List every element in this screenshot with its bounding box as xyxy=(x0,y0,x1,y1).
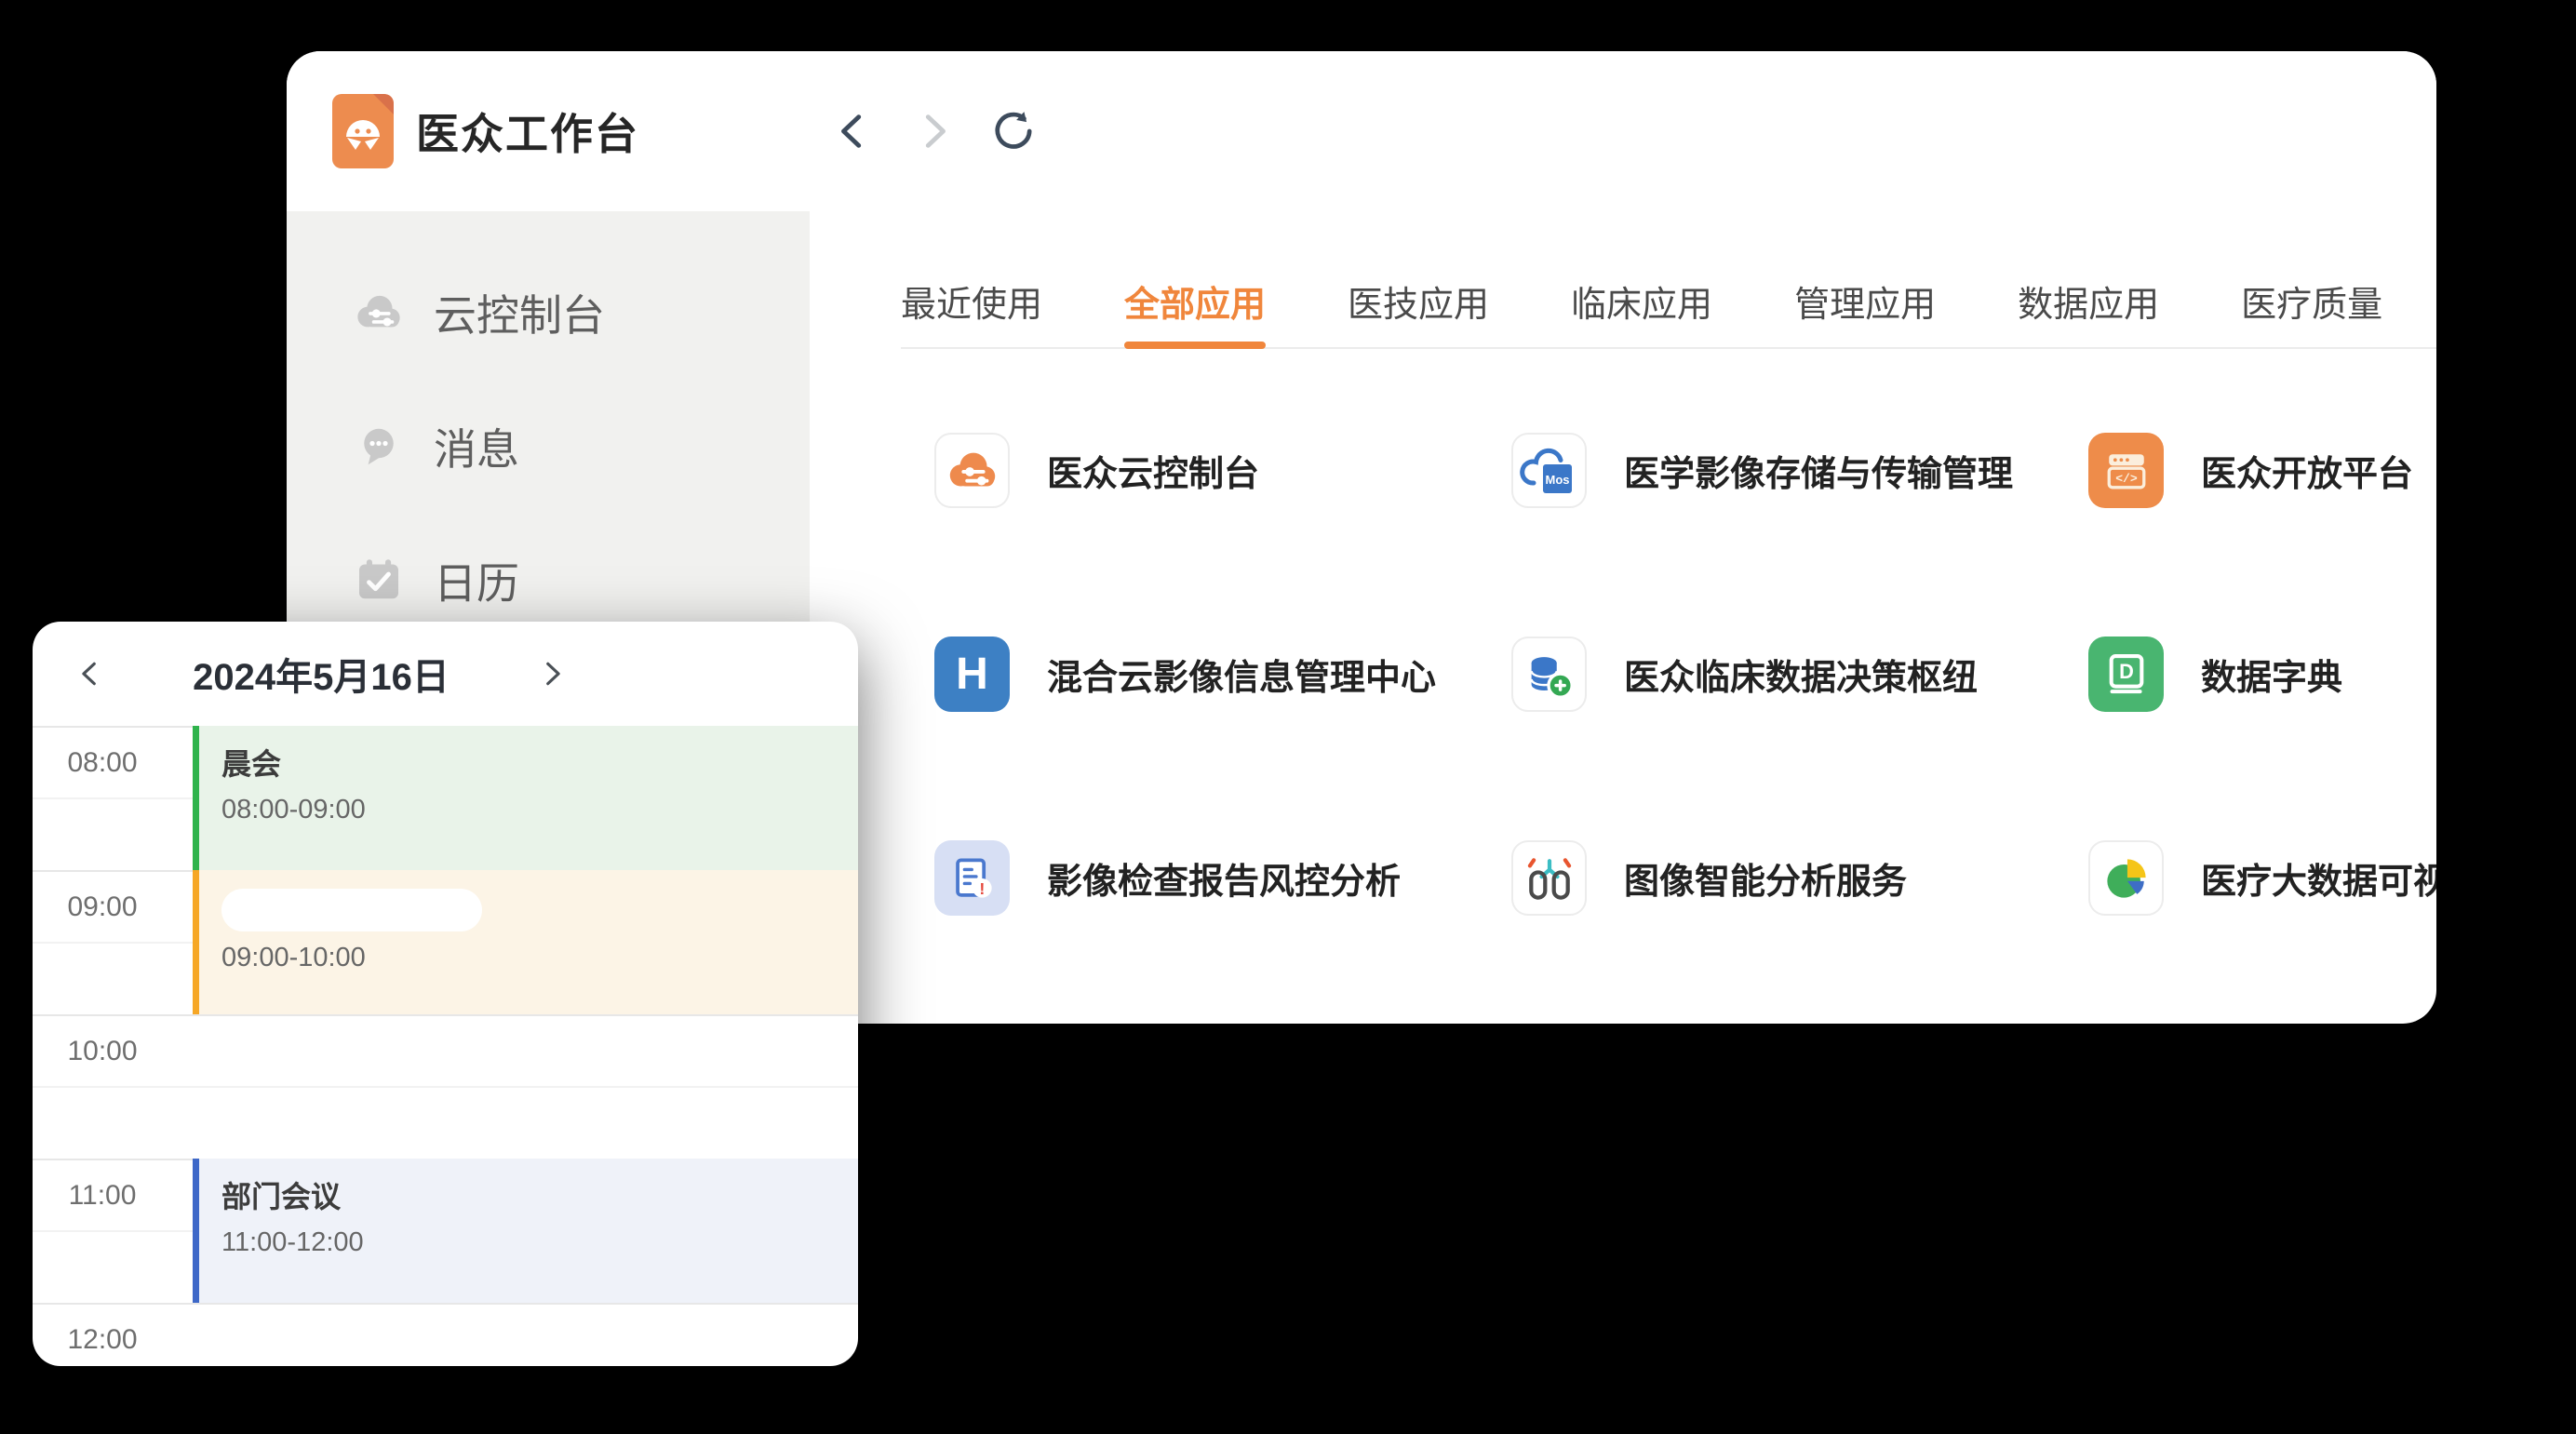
calendar-panel: 2024年5月16日 08:00 09:00 10:00 11:00 12:00… xyxy=(33,622,858,1366)
app-label: 医学影像存储与传输管理 xyxy=(1624,445,2013,496)
calendar-event-redacted[interactable]: 09:00-10:00 xyxy=(193,870,858,1014)
event-time: 08:00-09:00 xyxy=(221,795,858,825)
code-window-icon: </> xyxy=(2088,433,2164,508)
calendar-date-label: 2024年5月16日 xyxy=(111,647,531,701)
mos-cloud-icon: Mos xyxy=(1511,433,1587,508)
event-time: 11:00-12:00 xyxy=(221,1227,858,1258)
svg-text:D: D xyxy=(2119,660,2134,683)
svg-text:Mos: Mos xyxy=(1545,473,1569,487)
redacted-event-title xyxy=(221,889,482,931)
calendar-header: 2024年5月16日 xyxy=(33,622,858,726)
calendar-event-morning-meeting[interactable]: 晨会 08:00-09:00 xyxy=(193,726,858,870)
app-image-storage[interactable]: Mos 医学影像存储与传输管理 xyxy=(1511,433,2088,508)
window-title: 医众工作台 xyxy=(416,101,639,162)
tab-recent[interactable]: 最近使用 xyxy=(901,275,1042,328)
sidebar-item-label: 消息 xyxy=(434,416,519,477)
time-label: 08:00 xyxy=(33,746,172,780)
app-label: 数据字典 xyxy=(2201,649,2342,700)
event-title: 晨会 xyxy=(221,741,858,784)
app-label: 混合云影像信息管理中心 xyxy=(1047,649,1436,700)
sidebar-item-messages[interactable]: 消息 xyxy=(287,380,810,514)
report-risk-icon: ! xyxy=(934,840,1010,916)
event-time: 09:00-10:00 xyxy=(221,943,858,973)
app-label: 医众临床数据决策枢纽 xyxy=(1624,649,1978,700)
app-label: 图像智能分析服务 xyxy=(1624,852,1907,904)
refresh-icon xyxy=(990,108,1037,154)
time-label: 11:00 xyxy=(33,1179,172,1213)
svg-text:!: ! xyxy=(979,878,985,897)
app-report-risk-analysis[interactable]: ! 影像检查报告风控分析 xyxy=(934,840,1511,916)
database-plus-icon xyxy=(1511,637,1587,712)
sidebar-item-label: 日历 xyxy=(434,550,519,611)
tab-admin-apps[interactable]: 管理应用 xyxy=(1794,275,1936,328)
app-hybrid-cloud-center[interactable]: H 混合云影像信息管理中心 xyxy=(934,637,1511,712)
back-button[interactable] xyxy=(830,108,877,154)
cloud-console-icon xyxy=(352,286,406,340)
h-square-icon: H xyxy=(934,637,1010,712)
window-header: 医众工作台 xyxy=(287,51,2436,211)
calendar-prev-day-button[interactable] xyxy=(70,653,111,694)
app-cloud-console[interactable]: 医众云控制台 xyxy=(934,433,1511,508)
app-image-ai-service[interactable]: 图像智能分析服务 xyxy=(1511,840,2088,916)
dictionary-book-icon: D xyxy=(2088,637,2164,712)
forward-button[interactable] xyxy=(910,108,957,154)
app-big-data-visualization[interactable]: 医疗大数据可视化 xyxy=(2088,840,2436,916)
calendar-day-grid: 08:00 09:00 10:00 11:00 12:00 晨会 08:00-0… xyxy=(33,726,858,1366)
chevron-left-icon xyxy=(832,110,875,153)
nav-controls xyxy=(830,51,1037,211)
app-data-dictionary[interactable]: D 数据字典 xyxy=(2088,637,2436,712)
tab-medtech-apps[interactable]: 医技应用 xyxy=(1348,275,1489,328)
event-title: 部门会议 xyxy=(221,1173,858,1216)
time-label: 09:00 xyxy=(33,891,172,924)
lungs-icon xyxy=(1511,840,1587,916)
content-area: 最近使用 全部应用 医技应用 临床应用 管理应用 数据应用 医疗质量 xyxy=(810,211,2436,1024)
app-label: 影像检查报告风控分析 xyxy=(1047,852,1401,904)
time-label: 12:00 xyxy=(33,1323,172,1357)
app-label: 医众开放平台 xyxy=(2201,445,2413,496)
tab-all-apps[interactable]: 全部应用 xyxy=(1124,275,1266,328)
sidebar-item-cloud-console[interactable]: 云控制台 xyxy=(287,246,810,380)
refresh-button[interactable] xyxy=(990,108,1037,154)
app-category-tabs: 最近使用 全部应用 医技应用 临床应用 管理应用 数据应用 医疗质量 xyxy=(901,211,2436,349)
svg-text:</>: </> xyxy=(2115,472,2138,486)
tab-data-apps[interactable]: 数据应用 xyxy=(2018,275,2159,328)
chevron-right-icon xyxy=(912,110,955,153)
app-label: 医众云控制台 xyxy=(1047,445,1259,496)
chevron-left-icon xyxy=(74,658,106,690)
app-logo xyxy=(332,94,394,168)
chevron-right-icon xyxy=(536,658,568,690)
tab-quality[interactable]: 医疗质量 xyxy=(2241,275,2382,328)
cloud-sliders-icon xyxy=(934,433,1010,508)
h-glyph: H xyxy=(956,649,988,700)
sidebar-item-label: 云控制台 xyxy=(434,282,605,343)
time-label: 10:00 xyxy=(33,1035,172,1068)
calendar-event-department-meeting[interactable]: 部门会议 11:00-12:00 xyxy=(193,1159,858,1303)
pie-chart-icon xyxy=(2088,840,2164,916)
message-icon xyxy=(352,420,406,474)
app-label: 医疗大数据可视化 xyxy=(2201,852,2436,904)
app-open-platform[interactable]: </> 医众开放平台 xyxy=(2088,433,2436,508)
calendar-icon xyxy=(352,554,406,608)
rocket-owl-icon xyxy=(341,109,385,154)
tab-clinical-apps[interactable]: 临床应用 xyxy=(1571,275,1712,328)
app-clinical-data-hub[interactable]: 医众临床数据决策枢纽 xyxy=(1511,637,2088,712)
app-grid: 医众云控制台 Mos 医学影像存储与传输管理 xyxy=(934,433,2436,1024)
calendar-next-day-button[interactable] xyxy=(531,653,572,694)
